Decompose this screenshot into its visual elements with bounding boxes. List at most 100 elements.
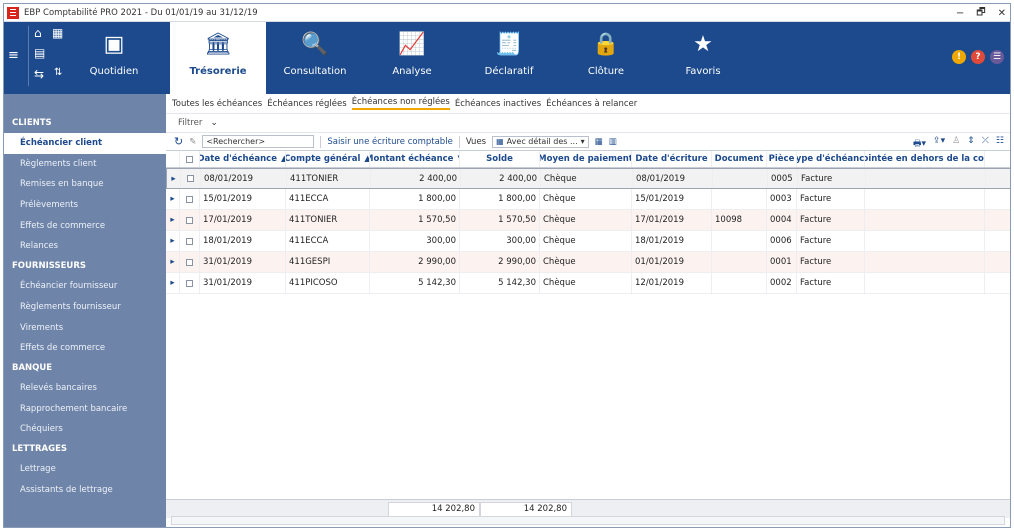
sidebar-section-banque: BANQUE bbox=[12, 362, 53, 373]
column-header-date-d-ecriture[interactable]: Date d'écriture bbox=[632, 151, 712, 167]
sidebar-item-lettrage[interactable]: Lettrage bbox=[4, 459, 166, 480]
chevron-down-icon[interactable]: ⌄ bbox=[210, 118, 218, 128]
sidebar-item-reglements-client[interactable]: Règlements client bbox=[4, 154, 166, 175]
view-select[interactable]: ▦ Avec détail des ... ▾ bbox=[492, 135, 589, 148]
close-icon[interactable]: ✕ bbox=[998, 8, 1006, 19]
column-header-moyen-de-paiement[interactable]: Moyen de paiement bbox=[540, 151, 632, 167]
expand-row-icon[interactable]: ▸ bbox=[166, 252, 180, 272]
expand-row-icon[interactable]: ▸ bbox=[167, 169, 181, 188]
grid-icon[interactable]: ▦ bbox=[52, 26, 63, 40]
columns-icon[interactable]: ▥ bbox=[609, 137, 617, 147]
column-header-date-d-echeance[interactable]: Date d'échéance▲ bbox=[200, 151, 286, 167]
tab-cloture[interactable]: 🔒 Clôture bbox=[558, 22, 654, 94]
row-checkbox[interactable] bbox=[180, 189, 200, 209]
tab-quotidien[interactable]: ▣ Quotidien bbox=[66, 22, 162, 94]
cell-value: Facture bbox=[800, 278, 832, 288]
table-row[interactable]: ▸ 18/01/2019 411ECCA 300,00 300,00 Chèque 18/0… bbox=[166, 231, 1010, 252]
sidebar-item-remises-en-banque[interactable]: Remises en banque bbox=[4, 174, 166, 195]
tab-favoris[interactable]: ★ Favoris bbox=[655, 22, 751, 94]
tab-declaratif[interactable]: 🧾 Déclaratif bbox=[461, 22, 557, 94]
subtab-echeances-reglees[interactable]: Échéances réglées bbox=[267, 99, 346, 109]
table-row[interactable]: ▸ 08/01/2019 411TONIER 2 400,00 2 400,00 Chèq… bbox=[166, 168, 1010, 189]
row-checkbox[interactable] bbox=[181, 169, 201, 188]
notification-icon[interactable]: ! bbox=[952, 50, 966, 64]
subtab-echeances-inactives[interactable]: Échéances inactives bbox=[455, 99, 541, 109]
sort-arrows-icon[interactable]: ⇅ bbox=[54, 67, 62, 78]
column-header-type-d-echeance[interactable]: Type d'échéance bbox=[797, 151, 865, 167]
subtab-echeances-non-reglees[interactable]: Échéances non réglées bbox=[351, 97, 450, 110]
cell-date-d-ecriture: 15/01/2019 bbox=[632, 189, 712, 209]
export-icon[interactable]: ⇪▾ bbox=[933, 136, 945, 152]
column-header-pointee-en-dehors-de-la-com[interactable]: Pointée en dehors de la com bbox=[865, 151, 985, 167]
people-icon[interactable]: ♙ bbox=[952, 136, 960, 152]
print-options-icon[interactable]: 🖶▾ bbox=[913, 136, 926, 152]
refresh-icon[interactable]: ↻ bbox=[174, 135, 183, 148]
collapse-icon[interactable]: ⤫ bbox=[982, 136, 989, 152]
cell-value: 17/01/2019 bbox=[203, 215, 252, 225]
sidebar-section-fournisseurs: FOURNISSEURS bbox=[12, 261, 86, 272]
column-header-document[interactable]: Document bbox=[712, 151, 767, 167]
select-all-checkbox[interactable] bbox=[180, 151, 200, 167]
sidebar-item-relances[interactable]: Relances bbox=[4, 236, 166, 257]
print-icon[interactable]: ▤ bbox=[34, 46, 45, 60]
subtab-toutes-les-echeances[interactable]: Toutes les échéances bbox=[172, 99, 262, 109]
grid-layout-icon[interactable]: ▦ bbox=[595, 137, 603, 147]
expand-row-icon[interactable]: ▸ bbox=[166, 189, 180, 209]
search-input[interactable] bbox=[202, 135, 315, 148]
column-header-compte-general[interactable]: Compte général▲ bbox=[286, 151, 370, 167]
subtab-echeances-a-relancer[interactable]: Échéances à relancer bbox=[546, 99, 637, 109]
filter-bar: Filtrer ⌄ bbox=[166, 114, 1010, 133]
horizontal-scrollbar[interactable] bbox=[171, 516, 1005, 525]
filter-label[interactable]: Filtrer bbox=[178, 118, 202, 128]
row-checkbox[interactable] bbox=[180, 231, 200, 251]
help-icon[interactable]: ? bbox=[971, 50, 985, 64]
sidebar-item-effets-de-commerce[interactable]: Effets de commerce bbox=[4, 216, 166, 237]
more-icon[interactable]: ☷ bbox=[996, 136, 1004, 152]
column-header-piece[interactable]: Pièce bbox=[767, 151, 797, 167]
expand-row-icon[interactable]: ▸ bbox=[166, 231, 180, 251]
row-checkbox[interactable] bbox=[180, 273, 200, 293]
sidebar-item-releves-bancaires[interactable]: Relevés bancaires bbox=[4, 378, 166, 399]
column-header-solde[interactable]: Solde bbox=[460, 151, 540, 167]
sidebar-item-chequiers[interactable]: Chéquiers bbox=[4, 419, 166, 440]
cell-document bbox=[712, 273, 767, 293]
checkbox-box bbox=[186, 237, 193, 245]
cell-value: 1 800,00 bbox=[418, 194, 456, 204]
minimize-icon[interactable]: − bbox=[956, 8, 964, 19]
cell-date-d-ecriture: 18/01/2019 bbox=[632, 231, 712, 251]
sidebar-item-virements[interactable]: Virements bbox=[4, 318, 166, 339]
cell-solde: 2 990,00 bbox=[460, 252, 540, 272]
user-menu-icon[interactable]: ☰ bbox=[990, 50, 1004, 64]
hamburger-menu-icon[interactable]: ≡ bbox=[8, 48, 19, 63]
cell-document bbox=[712, 252, 767, 272]
restore-icon[interactable]: 🗗 bbox=[976, 5, 985, 22]
cell-value: Chèque bbox=[543, 257, 576, 267]
table-row[interactable]: ▸ 31/01/2019 411PICOSO 5 142,30 5 142,30 Chèq… bbox=[166, 273, 1010, 294]
expand-icon[interactable]: ⇕ bbox=[967, 136, 975, 152]
tab-analyse[interactable]: 📈 Analyse bbox=[364, 22, 460, 94]
cell-moyen-de-paiement: Chèque bbox=[540, 252, 632, 272]
sidebar-item-echeancier-client[interactable]: Échéancier client bbox=[4, 133, 166, 154]
sidebar-item-rapprochement-bancaire[interactable]: Rapprochement bancaire bbox=[4, 399, 166, 420]
expand-row-icon[interactable]: ▸ bbox=[166, 273, 180, 293]
cell-solde: 300,00 bbox=[460, 231, 540, 251]
switch-icon[interactable]: ⇆ bbox=[34, 67, 44, 81]
table-row[interactable]: ▸ 15/01/2019 411ECCA 1 800,00 1 800,00 Chèque… bbox=[166, 189, 1010, 210]
row-checkbox[interactable] bbox=[180, 210, 200, 230]
sidebar-item-effets-de-commerce[interactable]: Effets de commerce bbox=[4, 338, 166, 359]
new-entry-link[interactable]: Saisir une écriture comptable bbox=[327, 137, 452, 147]
edit-icon[interactable]: ✎ bbox=[189, 137, 196, 147]
table-row[interactable]: ▸ 17/01/2019 411TONIER 1 570,50 1 570,50 Chèq… bbox=[166, 210, 1010, 231]
sidebar-item-reglements-fournisseur[interactable]: Règlements fournisseur bbox=[4, 297, 166, 318]
cell-moyen-de-paiement: Chèque bbox=[540, 189, 632, 209]
sidebar-item-echeancier-fournisseur[interactable]: Échéancier fournisseur bbox=[4, 276, 166, 297]
expand-row-icon[interactable]: ▸ bbox=[166, 210, 180, 230]
sidebar-item-assistants-de-lettrage[interactable]: Assistants de lettrage bbox=[4, 480, 166, 501]
table-row[interactable]: ▸ 31/01/2019 411GESPI 2 990,00 2 990,00 Chèqu… bbox=[166, 252, 1010, 273]
tab-consultation[interactable]: 🔍 Consultation bbox=[267, 22, 363, 94]
home-icon[interactable]: ⌂ bbox=[34, 26, 42, 40]
tab-tresorerie[interactable]: 🏛 Trésorerie bbox=[170, 22, 266, 94]
row-checkbox[interactable] bbox=[180, 252, 200, 272]
column-header-montant-echeance[interactable]: Montant échéance▼ bbox=[370, 151, 460, 167]
sidebar-item-prelevements[interactable]: Prélèvements bbox=[4, 195, 166, 216]
